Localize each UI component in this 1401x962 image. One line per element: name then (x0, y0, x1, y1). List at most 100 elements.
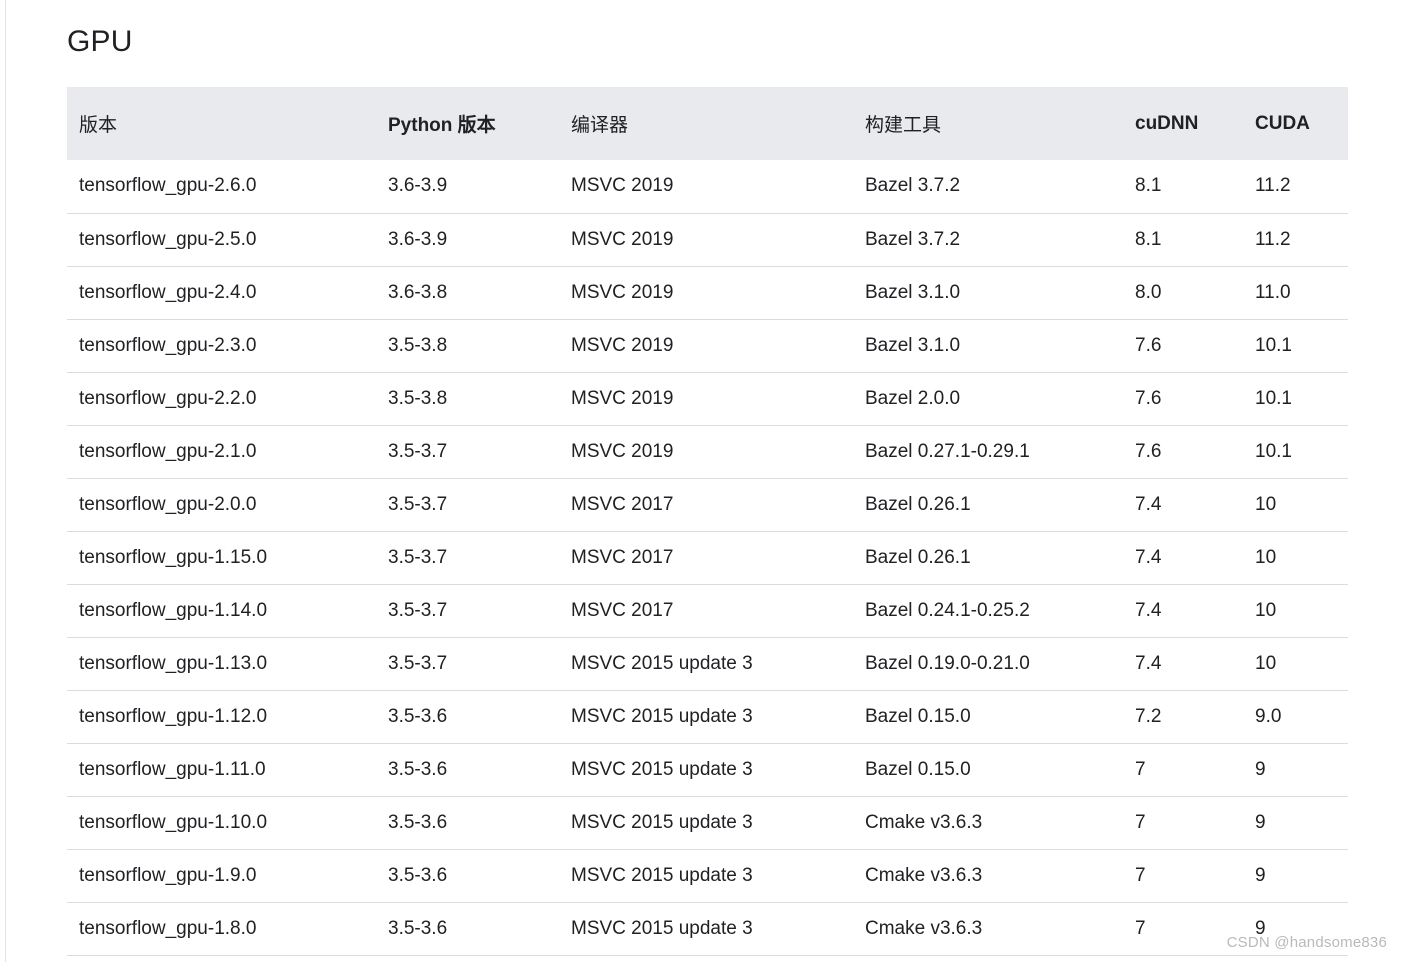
cell-python-version: 3.5-3.7 (388, 546, 448, 568)
cell-python-version: 3.6-3.9 (388, 175, 448, 197)
table-row: tensorflow_gpu-1.13.0 3.5-3.7 MSVC 2015 up… (67, 637, 1348, 690)
cell-cuda: 10 (1255, 546, 1277, 568)
table-row: tensorflow_gpu-2.6.0 3.6-3.9 MSVC 2019 Baze… (67, 160, 1348, 213)
cell-build-tool: Bazel 0.26.1 (865, 546, 971, 568)
cell-cudnn: 7.6 (1135, 334, 1162, 356)
cell-cudnn: 7.4 (1135, 493, 1162, 515)
cell-version: tensorflow_gpu-2.4.0 (79, 281, 257, 303)
gpu-build-config-table: 版本 Python 版本 编译器 构建工具 cuDNN CUDA tensorf… (67, 87, 1348, 956)
table-row: tensorflow_gpu-1.9.0 3.5-3.6 MSVC 2015 upd… (67, 849, 1348, 902)
cell-compiler: MSVC 2015 update 3 (571, 864, 753, 886)
cell-compiler: MSVC 2015 update 3 (571, 652, 753, 674)
column-header-cuda: CUDA (1255, 112, 1310, 134)
cell-cuda: 10 (1255, 652, 1277, 674)
column-header-python-version: Python 版本 (388, 115, 496, 136)
cell-build-tool: Bazel 3.1.0 (865, 281, 961, 303)
table-row: tensorflow_gpu-2.0.0 3.5-3.7 MSVC 2017 Baze… (67, 478, 1348, 531)
cell-cudnn: 7.4 (1135, 652, 1162, 674)
cell-python-version: 3.5-3.8 (388, 334, 448, 356)
cell-cudnn: 7.2 (1135, 705, 1162, 727)
column-header-cudnn: cuDNN (1135, 112, 1199, 134)
cell-compiler: MSVC 2019 (571, 281, 674, 303)
table-row: tensorflow_gpu-1.8.0 3.5-3.6 MSVC 2015 upd… (67, 902, 1348, 955)
column-header-build-tool: 构建工具 (865, 115, 942, 136)
table-row: tensorflow_gpu-1.10.0 3.5-3.6 MSVC 2015 up… (67, 796, 1348, 849)
cell-build-tool: Bazel 0.27.1-0.29.1 (865, 440, 1030, 462)
cell-cudnn: 7.6 (1135, 387, 1162, 409)
cell-compiler: MSVC 2015 update 3 (571, 758, 753, 780)
cell-build-tool: Bazel 3.7.2 (865, 175, 961, 197)
cell-cudnn: 7.4 (1135, 599, 1162, 621)
cell-cudnn: 7 (1135, 864, 1146, 886)
cell-cuda: 9 (1255, 864, 1266, 886)
table-row: tensorflow_gpu-2.5.0 3.6-3.9 MSVC 2019 Baze… (67, 213, 1348, 266)
cell-python-version: 3.5-3.7 (388, 652, 448, 674)
cell-python-version: 3.6-3.9 (388, 228, 448, 250)
cell-version: tensorflow_gpu-1.11.0 (79, 758, 266, 780)
table-row: tensorflow_gpu-1.15.0 3.5-3.7 MSVC 2017 Baz… (67, 531, 1348, 584)
table-header: 版本 Python 版本 编译器 构建工具 cuDNN CUDA (67, 87, 1348, 160)
cell-version: tensorflow_gpu-2.6.0 (79, 175, 257, 197)
cell-compiler: MSVC 2019 (571, 175, 674, 197)
cell-version: tensorflow_gpu-2.1.0 (79, 440, 257, 462)
cell-cuda: 9 (1255, 811, 1266, 833)
cell-build-tool: Bazel 0.15.0 (865, 758, 971, 780)
cell-version: tensorflow_gpu-2.2.0 (79, 387, 257, 409)
cell-build-tool: Bazel 0.19.0-0.21.0 (865, 652, 1030, 674)
cell-cuda: 10 (1255, 599, 1277, 621)
cell-python-version: 3.5-3.6 (388, 758, 448, 780)
cell-cuda: 10.1 (1255, 440, 1292, 462)
cell-build-tool: Cmake v3.6.3 (865, 864, 983, 886)
cell-version: tensorflow_gpu-1.9.0 (79, 864, 257, 886)
cell-version: tensorflow_gpu-1.12.0 (79, 705, 268, 727)
cell-cuda: 9 (1255, 758, 1266, 780)
cell-cudnn: 8.1 (1135, 175, 1162, 197)
cell-compiler: MSVC 2019 (571, 228, 674, 250)
cell-compiler: MSVC 2015 update 3 (571, 811, 753, 833)
table-row: tensorflow_gpu-2.4.0 3.6-3.8 MSVC 2019 Baze… (67, 266, 1348, 319)
cell-python-version: 3.5-3.8 (388, 387, 448, 409)
cell-compiler: MSVC 2019 (571, 440, 674, 462)
header-row: 版本 Python 版本 编译器 构建工具 cuDNN CUDA (67, 87, 1348, 160)
cell-build-tool: Bazel 0.24.1-0.25.2 (865, 599, 1030, 621)
section-heading: GPU (67, 25, 133, 58)
cell-build-tool: Bazel 0.15.0 (865, 705, 971, 727)
cell-cuda: 10 (1255, 493, 1277, 515)
cell-python-version: 3.6-3.8 (388, 281, 448, 303)
cell-version: tensorflow_gpu-1.8.0 (79, 917, 257, 939)
cell-cuda: 10.1 (1255, 387, 1292, 409)
table-row: tensorflow_gpu-1.12.0 3.5-3.6 MSVC 2015 up… (67, 690, 1348, 743)
table-body: tensorflow_gpu-2.6.0 3.6-3.9 MSVC 2019 Baze… (67, 160, 1348, 955)
cell-cuda: 9.0 (1255, 705, 1282, 727)
cell-version: tensorflow_gpu-2.5.0 (79, 228, 257, 250)
cell-build-tool: Bazel 2.0.0 (865, 387, 961, 409)
cell-compiler: MSVC 2019 (571, 334, 674, 356)
cell-python-version: 3.5-3.7 (388, 493, 448, 515)
cell-compiler: MSVC 2017 (571, 493, 674, 515)
table-row: tensorflow_gpu-2.2.0 3.5-3.8 MSVC 2019 Baze… (67, 372, 1348, 425)
cell-build-tool: Cmake v3.6.3 (865, 917, 983, 939)
cell-cuda: 11.0 (1255, 281, 1291, 303)
column-header-compiler: 编译器 (571, 115, 629, 136)
cell-python-version: 3.5-3.6 (388, 811, 448, 833)
table-row: tensorflow_gpu-2.1.0 3.5-3.7 MSVC 2019 Baze… (67, 425, 1348, 478)
cell-compiler: MSVC 2017 (571, 599, 674, 621)
column-header-version: 版本 (79, 115, 118, 136)
cell-cuda: 10.1 (1255, 334, 1292, 356)
cell-cuda: 11.2 (1255, 175, 1291, 197)
cell-python-version: 3.5-3.6 (388, 864, 448, 886)
cell-python-version: 3.5-3.6 (388, 917, 448, 939)
cell-cudnn: 8.1 (1135, 228, 1162, 250)
cell-python-version: 3.5-3.6 (388, 705, 448, 727)
cell-python-version: 3.5-3.7 (388, 440, 448, 462)
cell-build-tool: Bazel 3.7.2 (865, 228, 961, 250)
cell-version: tensorflow_gpu-1.15.0 (79, 546, 268, 568)
cell-python-version: 3.5-3.7 (388, 599, 448, 621)
left-border (5, 0, 6, 962)
cell-version: tensorflow_gpu-2.3.0 (79, 334, 257, 356)
cell-compiler: MSVC 2019 (571, 387, 674, 409)
watermark: CSDN @handsome836 (1226, 934, 1387, 951)
cell-cudnn: 7.4 (1135, 546, 1162, 568)
cell-version: tensorflow_gpu-2.0.0 (79, 493, 257, 515)
cell-version: tensorflow_gpu-1.14.0 (79, 599, 268, 621)
